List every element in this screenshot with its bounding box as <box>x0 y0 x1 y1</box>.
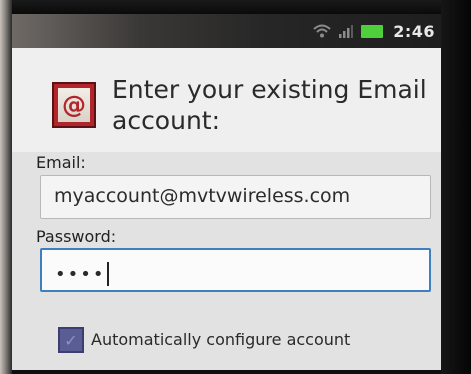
phone-screen: 2:46 @ Enter your existing Email account… <box>12 14 441 370</box>
signal-icon <box>339 24 354 38</box>
device-bezel-left <box>0 0 12 374</box>
wifi-icon <box>313 24 331 38</box>
page-title: Enter your existing Email account: <box>112 75 427 135</box>
at-sign-icon: @ <box>58 88 90 122</box>
account-form: Email: myaccount@mvtvwireless.com Passwo… <box>12 152 441 370</box>
email-label: Email: <box>36 153 86 172</box>
page-header: @ Enter your existing Email account: <box>12 48 441 152</box>
device-bezel-right <box>441 0 471 374</box>
password-value: •••• <box>55 264 106 285</box>
device-bezel-top <box>0 0 471 14</box>
auto-configure-label[interactable]: Automatically configure account <box>91 330 350 349</box>
text-cursor <box>107 262 110 286</box>
email-stamp-icon: @ <box>52 82 96 128</box>
status-bar: 2:46 <box>12 14 441 48</box>
status-clock: 2:46 <box>393 21 435 41</box>
email-field[interactable]: myaccount@mvtvwireless.com <box>40 175 431 219</box>
password-label: Password: <box>36 227 117 246</box>
auto-configure-checkbox[interactable]: ✓ <box>58 327 84 353</box>
checkmark-icon: ✓ <box>64 330 78 350</box>
battery-icon <box>361 24 384 38</box>
password-field[interactable]: •••• <box>40 248 431 292</box>
